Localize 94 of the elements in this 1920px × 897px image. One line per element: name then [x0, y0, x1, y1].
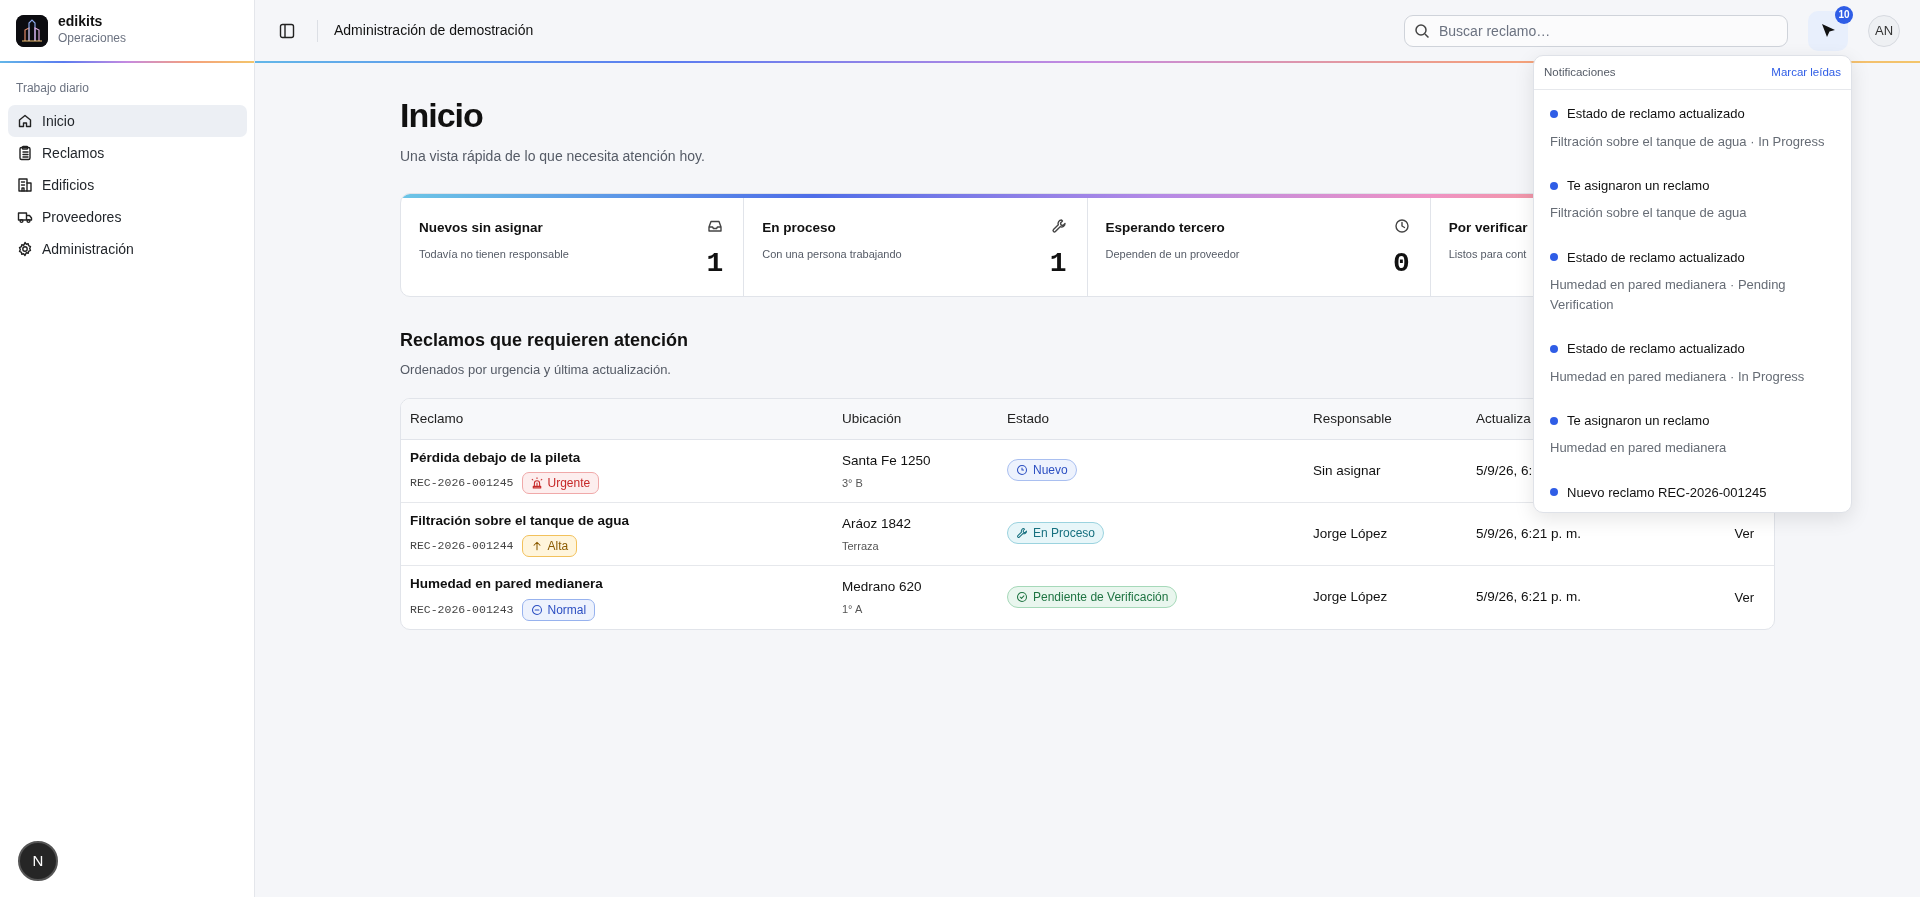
priority-tag: Normal: [521, 598, 596, 621]
stat-description: Con una persona trabajando: [762, 246, 902, 262]
stat-value: 0: [1392, 250, 1410, 279]
notification-item[interactable]: Te asignaron un reclamo Filtración sobre el tanque de agua: [1534, 161, 1851, 234]
clipboard-icon: [17, 145, 33, 161]
notification-title: Te asignaron un reclamo: [1567, 411, 1710, 430]
page-subtitle: Una vista rápida de lo que necesita atención hoy.: [400, 147, 705, 167]
building-icon: [17, 177, 33, 193]
dev-indicator-button[interactable]: N: [18, 841, 58, 881]
clock-icon: [1393, 218, 1410, 235]
brand-subtitle: Operaciones: [58, 30, 127, 48]
assignee-cell-text: Jorge López: [1313, 588, 1388, 607]
sidebar-item[interactable]: Proveedores: [8, 201, 247, 233]
notification-detail: Humedad en pared medianera · Pending Verification: [1550, 276, 1787, 315]
section-title: Reclamos que requieren atención: [400, 329, 689, 353]
stat-title: En proceso: [762, 219, 836, 238]
status-tag: En Proceso: [1007, 522, 1105, 545]
gear-icon: [17, 241, 33, 257]
page-title: Inicio: [400, 97, 483, 135]
notification-item[interactable]: Estado de reclamo actualizado Humedad en pared medianera · Pending Verification: [1534, 233, 1851, 326]
address-text: Aráoz 1842: [842, 514, 913, 533]
stat-title: Por verificar: [1448, 219, 1528, 238]
brand-name: edikits: [58, 13, 104, 30]
arrow-up-icon: [530, 540, 543, 552]
stat-title: Esperando tercero: [1105, 219, 1225, 238]
claim-code: REC-2026-001245: [410, 475, 514, 492]
assignee-cell-text: Sin asignar: [1313, 461, 1381, 480]
building-logo-icon: [16, 14, 48, 47]
search-icon: [1414, 22, 1430, 39]
sidebar-item[interactable]: Reclamos: [8, 137, 247, 169]
stat-value: 1: [706, 250, 724, 279]
notification-detail: Humedad en pared medianera · In Progress: [1550, 367, 1806, 386]
claim-code: REC-2026-001243: [410, 601, 514, 618]
status-tag: Pendiente de Verificación: [1007, 585, 1178, 608]
notification-title: Estado de reclamo actualizado: [1567, 248, 1745, 267]
updated-cell-text: 5/9/26, 6:21 p. m.: [1476, 524, 1582, 543]
notification-title: Nuevo reclamo REC-2026-001245: [1567, 483, 1767, 502]
dropdown-title: Notificaciones: [1544, 65, 1616, 80]
sidebar-item[interactable]: Edificios: [8, 169, 247, 201]
updated-cell-text: 5/9/26, 6:21 p. m.: [1476, 588, 1582, 607]
inbox-icon: [707, 218, 724, 235]
column-header: Ubicación: [842, 409, 902, 428]
address-text: Medrano 620: [842, 578, 923, 596]
notification-item[interactable]: Nuevo reclamo REC-2026-001245: [1534, 468, 1851, 513]
address-text: Santa Fe 1250: [842, 451, 932, 470]
stat-title: Nuevos sin asignar: [419, 219, 543, 238]
assignee-cell-text: Jorge López: [1313, 524, 1388, 543]
claim-title: Filtración sobre el tanque de agua: [410, 511, 631, 530]
column-header: Estado: [1007, 409, 1050, 428]
sidebar-item[interactable]: Inicio: [8, 105, 247, 137]
column-header: Responsable: [1313, 409, 1392, 428]
status-tag: Nuevo: [1007, 459, 1077, 482]
siren-icon: [530, 477, 543, 489]
section-label: Trabajo diario: [15, 80, 90, 97]
claim-code: REC-2026-001244: [410, 538, 514, 555]
user-avatar[interactable]: AN: [1868, 14, 1900, 47]
notification-title: Te asignaron un reclamo: [1567, 176, 1710, 195]
notification-detail: Filtración sobre el tanque de agua: [1550, 204, 1748, 223]
stat-description: Listos para cont: [1448, 246, 1527, 262]
notification-item[interactable]: Estado de reclamo actualizado Filtración sobre el tanque de agua · In Progress: [1534, 90, 1851, 162]
clock-icon: [1016, 464, 1028, 477]
wrench-icon: [1016, 527, 1028, 540]
notification-count: 10: [1835, 5, 1853, 24]
notification-detail: Filtración sobre el tanque de agua · In Progress: [1550, 132, 1826, 151]
unit-text: 3° B: [842, 475, 864, 491]
unit-text: Terraza: [842, 538, 880, 554]
view-link[interactable]: Ver: [1734, 524, 1754, 544]
house-icon: [17, 113, 33, 129]
sidebar-item[interactable]: Administración: [8, 233, 247, 265]
stat-description: Dependen de un proveedor: [1105, 246, 1240, 262]
notification-item[interactable]: Te asignaron un reclamo Humedad en pared medianera: [1534, 396, 1851, 469]
section-subtitle: Ordenados por urgencia y última actualización.: [400, 361, 671, 380]
claim-title: Pérdida debajo de la pileta: [410, 448, 582, 467]
claim-title: Humedad en pared medianera: [410, 575, 604, 594]
unit-text: 1° A: [842, 602, 864, 618]
notification-title: Estado de reclamo actualizado: [1567, 105, 1745, 124]
view-link[interactable]: Ver: [1734, 587, 1754, 608]
check-circle-icon: [1016, 590, 1028, 603]
column-header: Reclamo: [410, 409, 464, 428]
stat-value: 1: [1049, 250, 1067, 279]
notification-item[interactable]: Estado de reclamo actualizado Humedad en pared medianera · In Progress: [1534, 325, 1851, 397]
priority-tag: Urgente: [521, 472, 600, 494]
notification-detail: Humedad en pared medianera: [1550, 439, 1728, 458]
notification-title: Estado de reclamo actualizado: [1567, 340, 1745, 359]
truck-icon: [17, 209, 33, 225]
priority-tag: Alta: [521, 535, 578, 557]
wrench-icon: [1050, 218, 1067, 235]
minus-circle-icon: [530, 603, 543, 616]
mark-read-link[interactable]: Marcar leídas: [1771, 64, 1841, 82]
stat-description: Todavía no tienen responsable: [419, 246, 569, 262]
updated-cell-text: 5/9/26, 6:: [1476, 461, 1533, 480]
search-field[interactable]: Buscar reclamo…: [1404, 14, 1788, 47]
page-header-title: Administración de demostración: [334, 21, 534, 40]
column-header: Actualiza: [1476, 409, 1531, 428]
